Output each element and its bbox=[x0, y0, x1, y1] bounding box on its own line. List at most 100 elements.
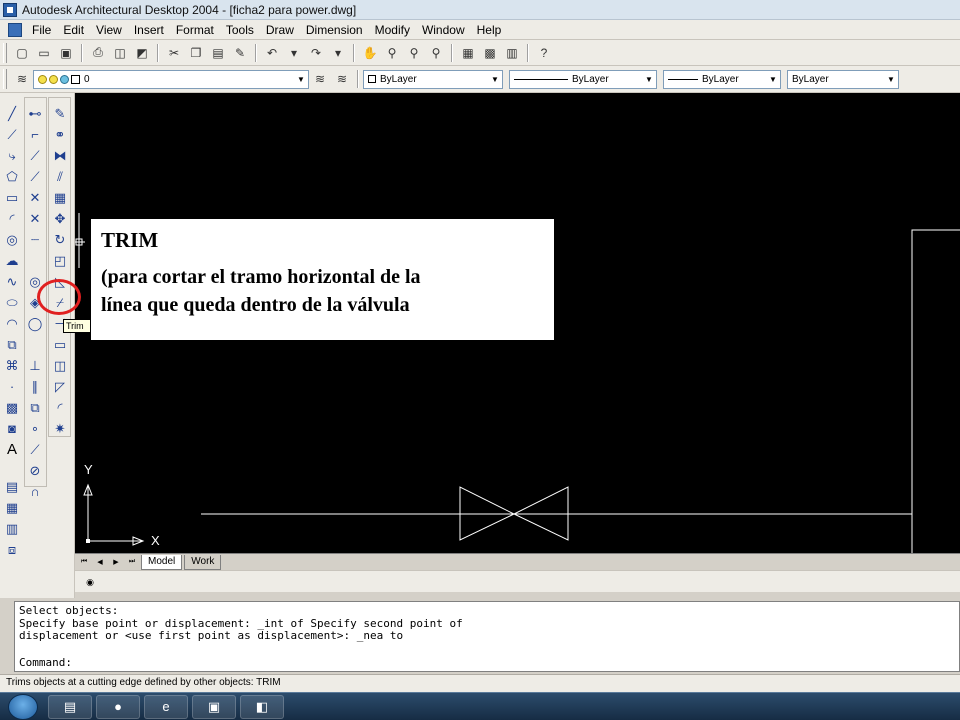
previous-layout-icon[interactable]: ◀ bbox=[93, 555, 107, 569]
tab-model[interactable]: Model bbox=[141, 554, 183, 570]
style-manager-icon[interactable]: ▤ bbox=[1, 476, 23, 497]
design-center-icon[interactable]: ▩ bbox=[480, 43, 500, 63]
match-properties-icon[interactable]: ✎ bbox=[230, 43, 250, 63]
spline-icon[interactable]: ∿ bbox=[1, 271, 23, 292]
next-layout-icon[interactable]: ▶ bbox=[109, 555, 123, 569]
ellipse-arc-icon[interactable]: ◠ bbox=[1, 313, 23, 334]
color-dropdown[interactable]: ByLayer ▼ bbox=[363, 69, 503, 89]
properties-icon[interactable]: ▦ bbox=[458, 43, 478, 63]
fillet-icon[interactable]: ◜ bbox=[49, 397, 71, 418]
hatch-icon[interactable]: ▩ bbox=[1, 397, 23, 418]
print-preview-icon[interactable]: ◫ bbox=[110, 43, 130, 63]
last-layout-icon[interactable]: ⏭ bbox=[125, 555, 139, 569]
snap-midpoint-icon[interactable]: ⟋ bbox=[24, 166, 46, 187]
ellipse-icon[interactable]: ⬭ bbox=[1, 292, 23, 313]
snap-insert-icon[interactable]: ⧉ bbox=[24, 397, 46, 418]
insert-block-icon[interactable]: ⧉ bbox=[1, 334, 23, 355]
command-prompt[interactable]: Command: bbox=[19, 656, 72, 670]
menu-format[interactable]: Format bbox=[170, 23, 220, 37]
redo-dropdown-icon[interactable]: ▾ bbox=[328, 43, 348, 63]
file-explorer-icon[interactable]: ▤ bbox=[48, 694, 92, 719]
menu-insert[interactable]: Insert bbox=[128, 23, 170, 37]
print-icon[interactable]: ⎙ bbox=[88, 43, 108, 63]
autocad-task-icon[interactable]: ▣ bbox=[192, 694, 236, 719]
osnap-settings-icon[interactable]: ∩ bbox=[24, 481, 46, 502]
explode-icon[interactable]: ✷ bbox=[49, 418, 71, 439]
layer-key-icon[interactable]: ▥ bbox=[1, 518, 23, 539]
tab-work[interactable]: Work bbox=[184, 554, 222, 570]
copy-clip-icon[interactable]: ❐ bbox=[186, 43, 206, 63]
snap-endpoint-icon[interactable]: ⟋ bbox=[24, 145, 46, 166]
scroll-target-icon[interactable]: ◉ bbox=[83, 575, 97, 589]
pan-icon[interactable]: ✋ bbox=[360, 43, 380, 63]
undo-dropdown-icon[interactable]: ▾ bbox=[284, 43, 304, 63]
help-icon[interactable]: ? bbox=[534, 43, 554, 63]
menu-file[interactable]: File bbox=[26, 23, 57, 37]
point-icon[interactable]: · bbox=[1, 376, 23, 397]
menu-view[interactable]: View bbox=[90, 23, 128, 37]
toolbar-grip[interactable] bbox=[3, 42, 7, 63]
layer-dropdown[interactable]: 0 ▼ bbox=[33, 69, 309, 89]
layer-manager-icon[interactable]: ≋ bbox=[12, 69, 32, 89]
arc-icon[interactable]: ◜ bbox=[1, 208, 23, 229]
offset-icon[interactable]: ⫽ bbox=[49, 166, 71, 187]
menu-modify[interactable]: Modify bbox=[369, 23, 416, 37]
chamfer-icon[interactable]: ◸ bbox=[49, 376, 71, 397]
publish-icon[interactable]: ◩ bbox=[132, 43, 152, 63]
internet-explorer-icon[interactable]: e bbox=[144, 694, 188, 719]
zoom-realtime-icon[interactable]: ⚲ bbox=[382, 43, 402, 63]
menu-window[interactable]: Window bbox=[416, 23, 471, 37]
chevron-down-icon[interactable]: ▼ bbox=[766, 71, 780, 88]
polyline-icon[interactable]: ⤷ bbox=[1, 145, 23, 166]
scale-icon[interactable]: ◰ bbox=[49, 250, 71, 271]
start-button[interactable] bbox=[8, 693, 38, 720]
cut-icon[interactable]: ✂ bbox=[164, 43, 184, 63]
media-player-icon[interactable]: ● bbox=[96, 694, 140, 719]
lineweight-dropdown[interactable]: ByLayer ▼ bbox=[663, 69, 781, 89]
menu-edit[interactable]: Edit bbox=[57, 23, 90, 37]
chevron-down-icon[interactable]: ▼ bbox=[884, 71, 898, 88]
zoom-window-icon[interactable]: ⚲ bbox=[404, 43, 424, 63]
menu-help[interactable]: Help bbox=[471, 23, 508, 37]
snap-nearest-icon[interactable]: ⟋ bbox=[24, 439, 46, 460]
mirror-icon[interactable]: ⧓ bbox=[49, 145, 71, 166]
rectangle-icon[interactable]: ▭ bbox=[1, 187, 23, 208]
new-icon[interactable]: ▢ bbox=[12, 43, 32, 63]
redo-icon[interactable]: ↷ bbox=[306, 43, 326, 63]
snap-parallel-icon[interactable]: ∥ bbox=[24, 376, 46, 397]
break-icon[interactable]: ▭ bbox=[49, 334, 71, 355]
make-block-icon[interactable]: ⌘ bbox=[1, 355, 23, 376]
first-layout-icon[interactable]: ⏮ bbox=[77, 555, 91, 569]
powerpoint-task-icon[interactable]: ◧ bbox=[240, 694, 284, 719]
toolbar-grip[interactable] bbox=[3, 69, 7, 89]
chevron-down-icon[interactable]: ▼ bbox=[488, 71, 502, 88]
paste-icon[interactable]: ▤ bbox=[208, 43, 228, 63]
snap-extension-icon[interactable]: ┈ bbox=[24, 229, 46, 250]
region-icon[interactable]: ◙ bbox=[1, 418, 23, 439]
snap-intersection-icon[interactable]: ✕ bbox=[24, 187, 46, 208]
copy-icon[interactable]: ⚭ bbox=[49, 124, 71, 145]
polygon-icon[interactable]: ⬠ bbox=[1, 166, 23, 187]
construction-line-icon[interactable]: ⟋ bbox=[1, 124, 23, 145]
undo-icon[interactable]: ↶ bbox=[262, 43, 282, 63]
command-window[interactable]: Select objects: Specify base point or di… bbox=[14, 601, 960, 672]
display-manager-icon[interactable]: ▦ bbox=[1, 497, 23, 518]
erase-icon[interactable]: ✎ bbox=[49, 103, 71, 124]
linetype-dropdown[interactable]: ByLayer ▼ bbox=[509, 69, 657, 89]
save-icon[interactable]: ▣ bbox=[56, 43, 76, 63]
revision-cloud-icon[interactable]: ☁ bbox=[1, 250, 23, 271]
snap-from-icon[interactable]: ⌐ bbox=[24, 124, 46, 145]
snap-perpendicular-icon[interactable]: ⊥ bbox=[24, 355, 46, 376]
snap-node-icon[interactable]: ∘ bbox=[24, 418, 46, 439]
layer-previous-icon[interactable]: ≋ bbox=[332, 69, 352, 89]
move-icon[interactable]: ✥ bbox=[49, 208, 71, 229]
chevron-down-icon[interactable]: ▼ bbox=[294, 71, 308, 88]
document-icon[interactable] bbox=[8, 22, 22, 37]
snap-none-icon[interactable]: ⊘ bbox=[24, 460, 46, 481]
autocad-app-icon[interactable] bbox=[3, 2, 17, 17]
make-object-layer-current-icon[interactable]: ≋ bbox=[310, 69, 330, 89]
zoom-previous-icon[interactable]: ⚲ bbox=[426, 43, 446, 63]
chevron-down-icon[interactable]: ▼ bbox=[642, 71, 656, 88]
open-icon[interactable]: ▭ bbox=[34, 43, 54, 63]
horizontal-scrollbar[interactable]: ◉ bbox=[75, 570, 960, 592]
